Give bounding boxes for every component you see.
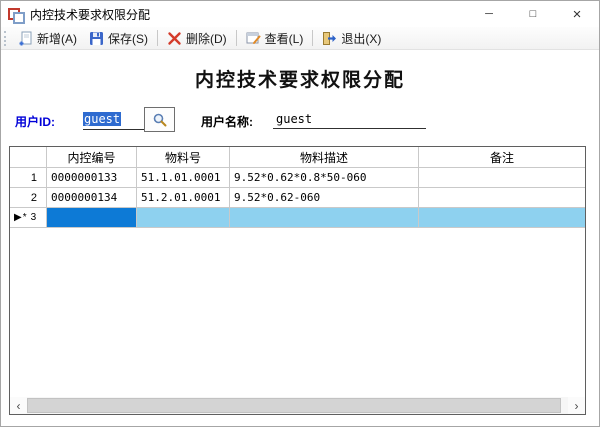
- cell-remark[interactable]: [419, 188, 585, 208]
- column-header-internal-control-no[interactable]: 内控编号: [47, 147, 137, 168]
- cell-selected[interactable]: [47, 208, 137, 228]
- cell-material-no[interactable]: 51.2.01.0001: [137, 188, 230, 208]
- new-document-icon: [18, 31, 33, 46]
- data-grid: 内控编号 物料号 物料描述 备注 1 0000000133 51.1.01.00…: [9, 146, 586, 415]
- titlebar: 内控技术要求权限分配 ─ □ ×: [1, 1, 599, 27]
- view-button[interactable]: 查看(L): [240, 28, 310, 48]
- delete-icon: [167, 31, 182, 46]
- column-header-material-no[interactable]: 物料号: [137, 147, 230, 168]
- cell-remark[interactable]: [419, 168, 585, 188]
- exit-button-label: 退出(X): [341, 30, 381, 47]
- scrollbar-thumb[interactable]: [27, 398, 561, 413]
- save-button-label: 保存(S): [108, 30, 148, 47]
- user-name-label: 用户名称:: [201, 113, 253, 130]
- cell-remark[interactable]: [419, 208, 585, 228]
- grid-corner-cell[interactable]: [10, 147, 47, 168]
- table-row: 2 0000000134 51.2.01.0001 9.52*0.62-060: [10, 188, 585, 208]
- exit-icon: [322, 31, 337, 46]
- row-number: 3: [31, 212, 38, 223]
- cell-internal-control-no[interactable]: 0000000134: [47, 188, 137, 208]
- delete-button[interactable]: 删除(D): [161, 28, 233, 48]
- add-button-label: 新增(A): [37, 30, 77, 47]
- table-row: 1 0000000133 51.1.01.0001 9.52*0.62*0.8*…: [10, 168, 585, 188]
- row-header[interactable]: 2: [10, 188, 47, 208]
- window-icon[interactable]: [8, 7, 23, 22]
- new-row-indicator-icon: ▶*: [14, 212, 28, 223]
- toolbar-separator: [312, 30, 313, 46]
- user-id-value: guest: [83, 112, 121, 126]
- exit-button[interactable]: 退出(X): [316, 28, 387, 48]
- cell-material-no[interactable]: [137, 208, 230, 228]
- window-title: 内控技术要求权限分配: [30, 6, 150, 23]
- user-lookup-button[interactable]: [144, 107, 175, 132]
- save-button[interactable]: 保存(S): [83, 28, 154, 48]
- window-icon-blue-square: [13, 12, 25, 24]
- toolbar: 新增(A) 保存(S) 删除(D): [1, 27, 599, 50]
- cell-material-description[interactable]: [230, 208, 419, 228]
- toolbar-separator: [157, 30, 158, 46]
- delete-button-label: 删除(D): [186, 30, 227, 47]
- table-row-new: ▶* 3: [10, 208, 585, 228]
- scroll-right-arrow-icon[interactable]: ›: [568, 397, 585, 414]
- column-header-material-description[interactable]: 物料描述: [230, 147, 419, 168]
- view-icon: [246, 31, 261, 46]
- horizontal-scrollbar: ‹ ›: [10, 397, 585, 414]
- column-header-remark[interactable]: 备注: [419, 147, 585, 168]
- minimize-button[interactable]: ─: [467, 1, 511, 27]
- cell-material-description[interactable]: 9.52*0.62-060: [230, 188, 419, 208]
- user-id-input[interactable]: guest: [83, 109, 144, 130]
- close-button[interactable]: ×: [555, 1, 599, 27]
- app-window: 内控技术要求权限分配 ─ □ × 新增(A): [0, 0, 600, 427]
- toolbar-separator: [236, 30, 237, 46]
- grid-header-row: 内控编号 物料号 物料描述 备注: [10, 147, 585, 168]
- cell-material-no[interactable]: 51.1.01.0001: [137, 168, 230, 188]
- user-name-input[interactable]: guest: [273, 109, 426, 129]
- user-id-label: 用户ID:: [15, 113, 55, 130]
- page-title: 内控技术要求权限分配: [1, 65, 599, 92]
- maximize-button[interactable]: □: [511, 1, 555, 27]
- scroll-left-arrow-icon[interactable]: ‹: [10, 397, 27, 414]
- toolbar-grip-icon: [4, 31, 8, 46]
- search-icon: [152, 112, 168, 128]
- view-button-label: 查看(L): [265, 30, 304, 47]
- row-header[interactable]: 1: [10, 168, 47, 188]
- row-header-new-row[interactable]: ▶* 3: [10, 208, 47, 228]
- add-button[interactable]: 新增(A): [12, 28, 83, 48]
- cell-internal-control-no[interactable]: 0000000133: [47, 168, 137, 188]
- cell-material-description[interactable]: 9.52*0.62*0.8*50-060: [230, 168, 419, 188]
- save-icon: [89, 31, 104, 46]
- user-name-value: guest: [276, 112, 312, 126]
- window-controls: ─ □ ×: [467, 1, 599, 27]
